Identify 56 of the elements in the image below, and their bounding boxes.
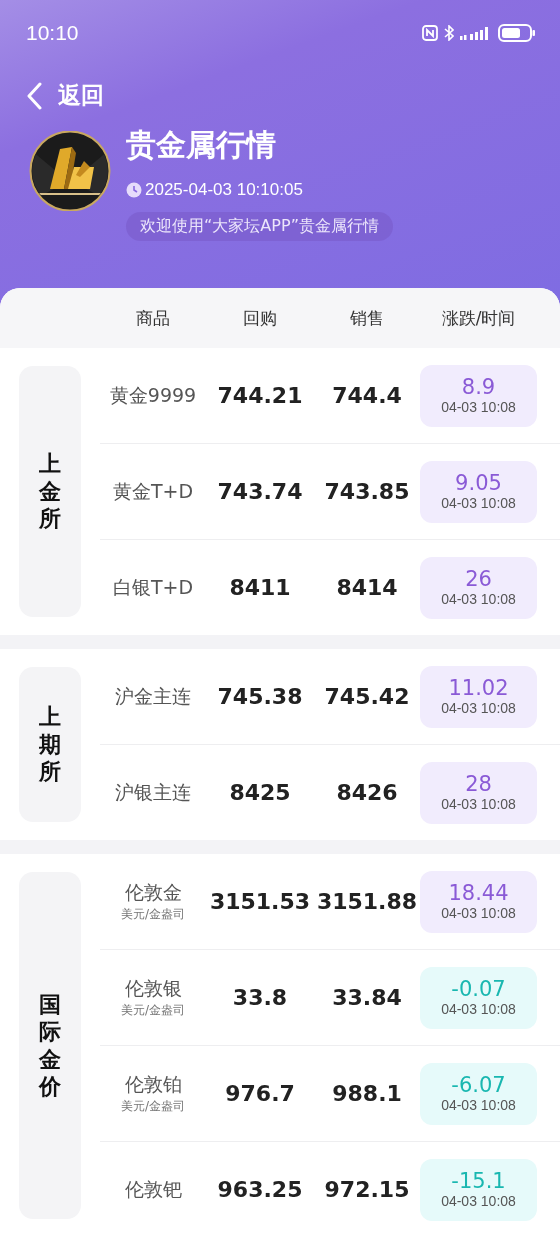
product-name: 沪银主连 [115,779,191,805]
column-header: 销售 [349,306,385,330]
buy-price: 8425 [228,780,292,805]
status-time: 10:10 [26,21,79,45]
unit-label: 美元/金盎司 [120,906,185,923]
category-label: 国际金价 [19,872,81,1219]
category-label: 上金所 [19,366,81,617]
column-header: 回购 [242,306,278,330]
change-badge: 11.02 04-03 10:08 [420,665,537,728]
buy-price: 33.8 [231,985,289,1010]
chevron-left-icon [26,81,42,110]
product-name: 沪金主连 [115,683,191,709]
buy-price: 743.74 [216,479,304,504]
product-name: 白银T+D [112,574,194,600]
change-badge: 18.44 04-03 10:08 [420,870,537,933]
change-badge: 9.05 04-03 10:08 [420,460,537,523]
battery-icon [498,23,536,43]
change-badge: 8.9 04-03 10:08 [420,364,537,427]
column-header: 涨跌/时间 [440,306,517,330]
product-name: 伦敦钯 [124,1176,182,1202]
page-title: 贵金属行情 [126,126,276,164]
buy-price: 963.25 [216,1177,304,1202]
change-badge: -0.07 04-03 10:08 [420,966,537,1029]
unit-label: 美元/金盎司 [120,1002,185,1019]
sell-price: 8414 [335,575,399,600]
back-button[interactable]: 返回 [26,80,104,111]
buy-price: 745.38 [216,684,304,709]
welcome-badge: 欢迎使用“大家坛APP”贵金属行情 [126,212,394,241]
sell-price: 3151.88 [315,889,419,914]
timestamp: 2025-04-03 10:10:05 [145,180,303,200]
sell-price: 8426 [335,780,399,805]
product-name: 伦敦铂 [124,1072,182,1097]
sell-price: 33.84 [331,985,403,1010]
sell-price: 744.4 [331,383,403,408]
product-name: 黄金9999 [109,382,197,408]
sell-price: 745.42 [323,684,411,709]
column-header: 商品 [135,306,171,330]
clock-icon [126,182,142,198]
change-badge: -6.07 04-03 10:08 [420,1062,537,1125]
change-badge: -15.1 04-03 10:08 [420,1158,537,1221]
buy-price: 8411 [228,575,292,600]
product-name: 伦敦银 [124,976,182,1001]
unit-label: 美元/金盎司 [120,1098,185,1115]
product-name: 伦敦金 [124,880,182,905]
sell-price: 972.15 [323,1177,411,1202]
buy-price: 3151.53 [208,889,312,914]
product-name: 黄金T+D [112,478,194,504]
sell-price: 988.1 [331,1081,403,1106]
bluetooth-icon [444,25,454,41]
sell-price: 743.85 [323,479,411,504]
category-label: 上期所 [19,667,81,822]
buy-price: 976.7 [224,1081,296,1106]
change-badge: 26 04-03 10:08 [420,556,537,619]
buy-price: 744.21 [216,383,304,408]
change-badge: 28 04-03 10:08 [420,761,537,824]
nfc-icon [422,25,438,41]
